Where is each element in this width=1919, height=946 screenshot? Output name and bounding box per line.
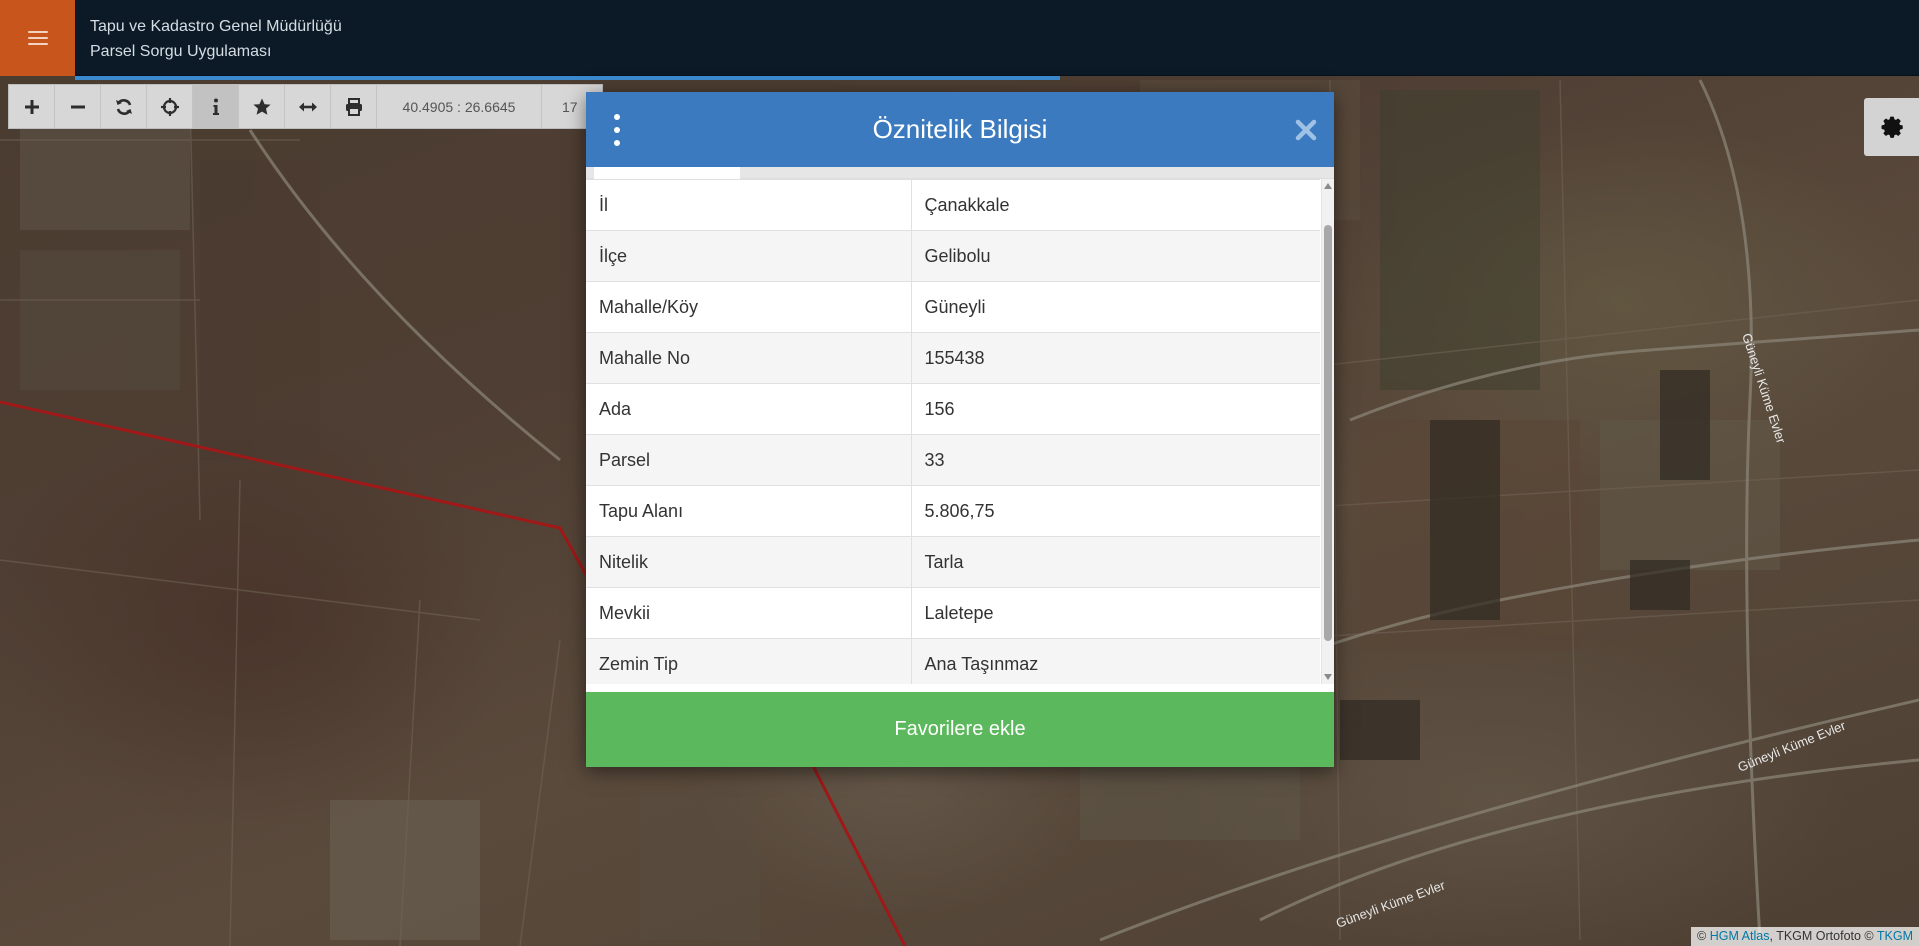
attribute-key: Mahalle No (586, 332, 912, 384)
measure-icon (298, 102, 317, 111)
dialog-header: Öznitelik Bilgisi (586, 92, 1334, 167)
menu-button[interactable] (0, 0, 75, 76)
map-label: Güneyli Küme Evler (1736, 718, 1849, 775)
attribution-middle: , TKGM Ortofoto © (1769, 929, 1874, 943)
favorites-button[interactable] (239, 85, 285, 128)
info-button[interactable] (193, 85, 239, 128)
attribute-value: Ana Taşınmaz (911, 638, 1320, 684)
table-row: Parsel 33 (586, 434, 1320, 486)
attribute-value: 155438 (911, 332, 1320, 384)
attribute-value: 156 (911, 383, 1320, 435)
table-row: Zemin Tip Ana Taşınmaz (586, 638, 1320, 684)
attribute-table: İl Çanakkale İlçe Gelibolu Mahalle/Köy G… (586, 179, 1320, 684)
attribute-key: Parsel (586, 434, 912, 486)
zoom-out-button[interactable] (55, 85, 101, 128)
orchard-block (1340, 700, 1420, 760)
map-field (20, 250, 180, 390)
attribute-key: İl (586, 179, 912, 231)
table-row: Tapu Alanı 5.806,75 (586, 485, 1320, 537)
locate-icon (160, 97, 179, 116)
locate-button[interactable] (147, 85, 193, 128)
map-field (20, 120, 190, 230)
table-row: İl Çanakkale (586, 179, 1320, 231)
more-vertical-icon[interactable] (608, 114, 626, 146)
map-attribution: © HGM Atlas, TKGM Ortofoto © TKGM (1691, 927, 1919, 946)
dialog-scrollbar[interactable] (1321, 179, 1334, 684)
app-header: Tapu ve Kadastro Genel Müdürlüğü Parsel … (0, 0, 1919, 76)
attribute-value: Tarla (911, 536, 1320, 588)
print-icon (345, 97, 362, 116)
zoom-in-icon (24, 99, 39, 114)
orchard-block (1660, 370, 1710, 480)
hgm-atlas-link[interactable]: HGM Atlas (1710, 929, 1770, 943)
attribution-prefix: © (1697, 929, 1707, 943)
attribute-value: 5.806,75 (911, 485, 1320, 537)
attribute-key: İlçe (586, 230, 912, 282)
table-row: Ada 156 (586, 383, 1320, 435)
measure-button[interactable] (285, 85, 331, 128)
app-title: Parsel Sorgu Uygulaması (90, 43, 272, 60)
attribute-value: Laletepe (911, 587, 1320, 639)
table-row: İlçe Gelibolu (586, 230, 1320, 282)
header-titles: Tapu ve Kadastro Genel Müdürlüğü Parsel … (90, 14, 342, 64)
tkgm-link[interactable]: TKGM (1877, 929, 1913, 943)
zoom-out-icon (70, 105, 85, 108)
attribute-key: Zemin Tip (586, 638, 912, 684)
attribute-key: Ada (586, 383, 912, 435)
dialog-tab-strip (586, 167, 1334, 179)
add-to-favorites-button[interactable]: Favorilere ekle (586, 692, 1334, 767)
refresh-button[interactable] (101, 85, 147, 128)
close-icon[interactable] (1292, 116, 1320, 144)
attribute-value: 33 (911, 434, 1320, 486)
scroll-thumb[interactable] (1324, 225, 1332, 641)
star-icon (252, 98, 271, 115)
refresh-icon (115, 98, 132, 115)
attribute-key: Mevkii (586, 587, 912, 639)
map-field (640, 790, 760, 940)
scroll-up-arrow-icon[interactable] (1324, 183, 1332, 189)
gear-icon (1880, 116, 1903, 138)
attribute-value: Güneyli (911, 281, 1320, 333)
table-row: Nitelik Tarla (586, 536, 1320, 588)
map-label: Güneyli Küme Evler (1334, 877, 1448, 931)
print-button[interactable] (331, 85, 377, 128)
table-row: Mahalle No 155438 (586, 332, 1320, 384)
attribute-value: Çanakkale (911, 179, 1320, 231)
dialog-body[interactable]: İl Çanakkale İlçe Gelibolu Mahalle/Köy G… (586, 179, 1334, 684)
attribute-key: Mahalle/Köy (586, 281, 912, 333)
attribute-value: Gelibolu (911, 230, 1320, 282)
attribute-key: Nitelik (586, 536, 912, 588)
info-icon (212, 98, 219, 115)
orchard-block (1430, 420, 1500, 620)
loading-progress-bar (75, 76, 1060, 80)
attribute-key: Tapu Alanı (586, 485, 912, 537)
table-row: Mahalle/Köy Güneyli (586, 281, 1320, 333)
scroll-down-arrow-icon[interactable] (1324, 674, 1332, 680)
zoom-in-button[interactable] (9, 85, 55, 128)
coordinates-display: 40.4905 : 26.6645 (377, 85, 542, 128)
settings-button[interactable] (1864, 98, 1919, 156)
dialog-title: Öznitelik Bilgisi (872, 114, 1048, 144)
org-title: Tapu ve Kadastro Genel Müdürlüğü (90, 18, 342, 35)
table-row: Mevkii Laletepe (586, 587, 1320, 639)
attribute-info-dialog: Öznitelik Bilgisi İl Çanakkale İlçe Geli… (586, 92, 1334, 767)
orchard-block (1630, 560, 1690, 610)
hamburger-icon (27, 31, 48, 45)
tab-active[interactable] (594, 167, 740, 179)
map-toolbar: 40.4905 : 26.6645 17 (8, 84, 603, 129)
